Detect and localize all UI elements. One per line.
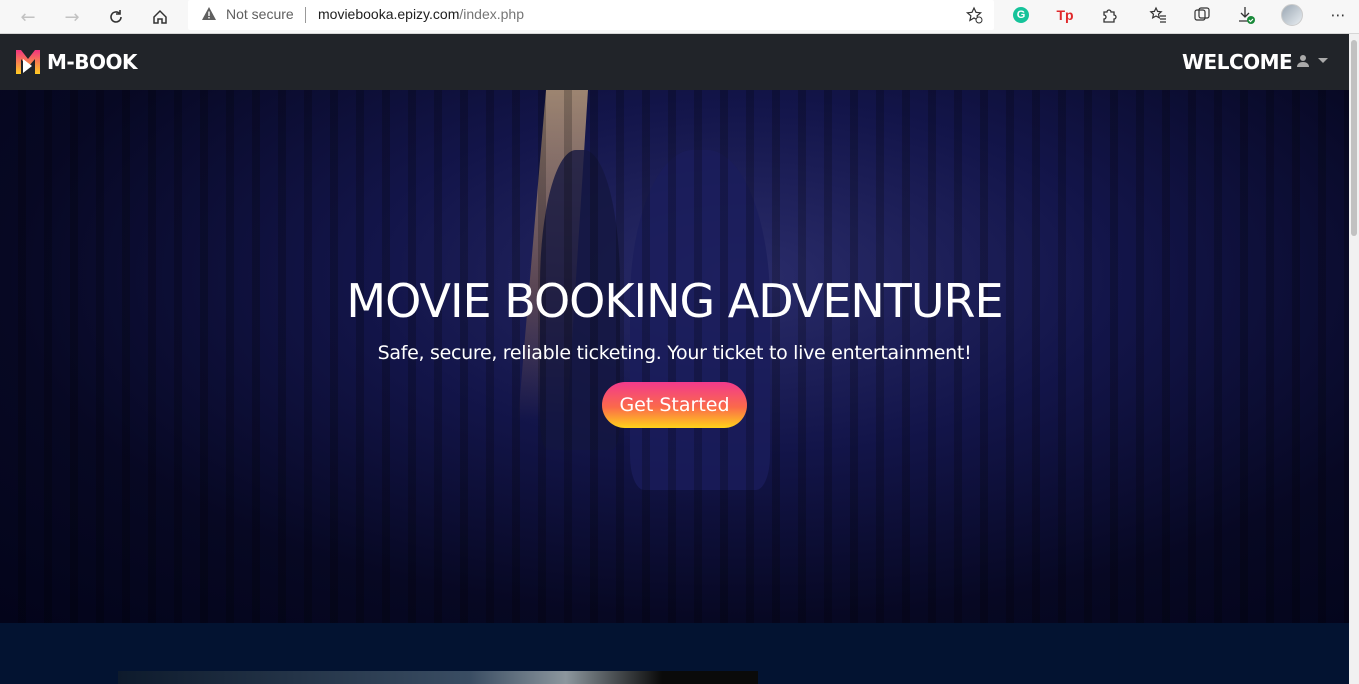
tp-extension-icon[interactable]: Tp: [1053, 4, 1077, 26]
profile-avatar[interactable]: [1280, 4, 1304, 26]
page-scrollbar[interactable]: [1349, 34, 1359, 684]
url-host: moviebooka.epizy.com: [318, 6, 460, 22]
hero-title: MOVIE BOOKING ADVENTURE: [346, 274, 1003, 328]
featured-image[interactable]: [118, 671, 758, 684]
security-label[interactable]: Not secure: [226, 6, 294, 22]
url-path: /index.php: [459, 6, 524, 22]
chevron-down-icon[interactable]: [1318, 58, 1328, 63]
reload-icon[interactable]: [100, 3, 132, 31]
browser-toolbar: ← → Not secure moviebooka.epizy.com/inde…: [0, 0, 1359, 34]
brand-name[interactable]: M-BOOK: [47, 50, 137, 74]
grammarly-icon[interactable]: G: [1009, 4, 1033, 26]
address-bar[interactable]: [188, 0, 994, 30]
page-content: M-BOOK WELCOME MOVIE BOOKING ADVENTURE S…: [0, 34, 1349, 684]
collections-icon[interactable]: [1190, 4, 1214, 26]
hero-section: MOVIE BOOKING ADVENTURE Safe, secure, re…: [0, 90, 1349, 623]
featured-section: [0, 623, 1349, 684]
url-text[interactable]: moviebooka.epizy.com/index.php: [318, 6, 524, 22]
warning-icon[interactable]: [201, 6, 217, 22]
puzzle-icon[interactable]: [1097, 4, 1121, 26]
user-icon[interactable]: [1296, 54, 1310, 68]
site-navbar: M-BOOK WELCOME: [0, 34, 1349, 90]
logo-icon[interactable]: [15, 48, 41, 76]
scrollbar-thumb[interactable]: [1351, 40, 1357, 236]
get-started-button[interactable]: Get Started: [602, 382, 747, 428]
hero-subtitle: Safe, secure, reliable ticketing. Your t…: [377, 342, 972, 364]
add-favorite-icon[interactable]: [962, 4, 986, 26]
back-icon[interactable]: ←: [12, 3, 44, 31]
forward-icon[interactable]: →: [56, 3, 88, 31]
welcome-label: WELCOME: [1182, 50, 1293, 74]
more-options-icon[interactable]: ⋯: [1326, 4, 1350, 26]
downloads-icon[interactable]: [1234, 4, 1258, 26]
address-divider: [305, 7, 306, 23]
favorites-icon[interactable]: [1146, 4, 1170, 26]
home-icon[interactable]: [144, 3, 176, 31]
